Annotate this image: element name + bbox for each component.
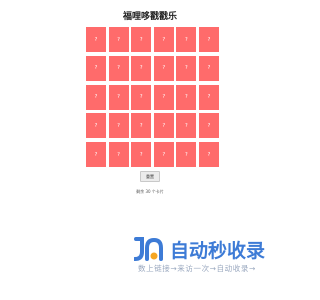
card[interactable]: ? <box>108 55 129 81</box>
card[interactable]: ? <box>86 113 106 139</box>
card[interactable]: ? <box>153 113 174 139</box>
card[interactable]: ? <box>86 27 106 52</box>
watermark-j-icon <box>134 237 144 261</box>
card[interactable]: ? <box>176 55 197 81</box>
card[interactable]: ? <box>153 142 174 168</box>
card[interactable]: ? <box>176 142 197 168</box>
card[interactable]: ? <box>86 55 106 81</box>
card[interactable]: ? <box>108 113 129 139</box>
card[interactable]: ? <box>131 113 152 139</box>
watermark-tagline: 数上链接→来访一次→自动收录→ <box>138 264 256 273</box>
card[interactable]: ? <box>131 142 152 168</box>
card[interactable]: ? <box>198 113 219 139</box>
card[interactable]: ? <box>176 27 197 52</box>
card[interactable]: ? <box>153 84 174 110</box>
watermark-logo-text: 自动秒收录 <box>170 239 265 262</box>
card[interactable]: ? <box>198 84 219 110</box>
card[interactable]: ? <box>198 27 219 52</box>
card[interactable]: ? <box>131 55 152 81</box>
card-grid: ?????????????????????????????? <box>86 27 219 168</box>
card[interactable]: ? <box>108 142 129 168</box>
game-page: 福哩哆戳戳乐 ?????????????????????????????? 重置… <box>0 0 300 300</box>
card[interactable]: ? <box>108 84 129 110</box>
card[interactable]: ? <box>86 142 106 168</box>
card[interactable]: ? <box>108 27 129 52</box>
card[interactable]: ? <box>198 55 219 81</box>
remaining-count-text: 剩余 30 个卡片 <box>136 189 164 194</box>
game-title: 福哩哆戳戳乐 <box>122 12 177 22</box>
card[interactable]: ? <box>86 84 106 110</box>
card[interactable]: ? <box>176 113 197 139</box>
card[interactable]: ? <box>153 27 174 52</box>
reset-button[interactable]: 重置 <box>140 171 160 182</box>
watermark-logo: 自动秒收录 <box>134 237 265 262</box>
card[interactable]: ? <box>131 84 152 110</box>
card[interactable]: ? <box>176 84 197 110</box>
card[interactable]: ? <box>198 142 219 168</box>
watermark-dot-icon <box>150 252 158 260</box>
card[interactable]: ? <box>153 55 174 81</box>
card[interactable]: ? <box>131 27 152 52</box>
